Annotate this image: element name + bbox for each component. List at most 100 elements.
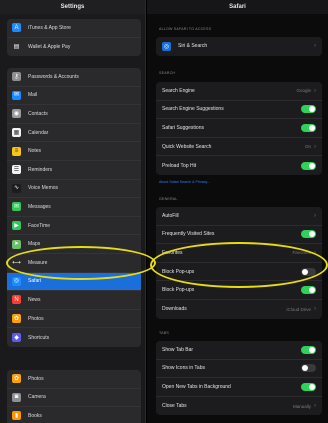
pane-title: Safari	[147, 0, 328, 14]
contacts-icon: ◉	[12, 109, 21, 119]
chevron-right-icon: ›	[314, 43, 316, 50]
chevron-right-icon: ›	[314, 212, 316, 219]
setting-row-downloads[interactable]: Downloads iCloud Drive ›	[156, 300, 322, 319]
sidebar-group-store: AiTunes & App Store ▤ Wallet & Apple Pay	[7, 19, 141, 57]
calendar-icon: ▦	[12, 128, 21, 138]
notes-icon: ≡	[12, 146, 21, 156]
search-header: SEARCH	[159, 71, 176, 75]
sidebar-item-label: Books	[28, 412, 42, 419]
sidebar-item-label: News	[28, 296, 41, 303]
sidebar-title: Settings	[0, 0, 145, 14]
setting-label: Block Pop-ups	[162, 268, 195, 275]
app-store-icon: A	[12, 23, 21, 33]
mail-icon: ✉	[12, 90, 21, 100]
siri-search-label: Siri & Search	[178, 43, 208, 50]
toggle-switch[interactable]	[301, 161, 316, 170]
sidebar-item-reminders[interactable]: ☰ Reminders	[7, 161, 141, 180]
setting-label: Downloads	[162, 306, 187, 313]
sidebar-item-contacts[interactable]: ◉ Contacts	[7, 105, 141, 124]
sidebar-item-mail[interactable]: ✉ Mail	[7, 87, 141, 106]
setting-row-autofill[interactable]: AutoFill ›	[156, 207, 322, 226]
sidebar-group-media: ✿Photos◙Camera▮Books◉Podcasts	[7, 370, 141, 423]
messages-icon: ✉	[12, 202, 21, 212]
setting-value: Favorites	[292, 250, 311, 256]
toggle-switch[interactable]	[301, 105, 316, 114]
camera-icon: ◙	[12, 392, 21, 402]
shortcuts-icon: ◆	[12, 333, 21, 343]
setting-row-preload-top-hit[interactable]: Preload Top Hit	[156, 156, 322, 175]
setting-row-close-tabs[interactable]: Close Tabs Manually ›	[156, 397, 322, 416]
key-icon: ⚷	[12, 72, 21, 82]
setting-row-show-icons-in-tabs[interactable]: Show Icons in Tabs	[156, 360, 322, 379]
setting-label: Search Engine Suggestions	[162, 106, 224, 113]
setting-row-safari-suggestions[interactable]: Safari Suggestions	[156, 119, 322, 138]
sidebar-item-label: iTunes & App Store	[28, 24, 71, 31]
toggle-switch[interactable]	[301, 230, 316, 239]
setting-value: Google	[296, 88, 311, 94]
photos-icon: ✿	[12, 314, 21, 324]
toggle-switch[interactable]	[301, 364, 316, 373]
setting-row-search-engine[interactable]: Search Engine Google ›	[156, 82, 322, 101]
search-privacy-link[interactable]: About Safari Search & Privacy...	[159, 180, 210, 184]
setting-label: Block Pop-ups	[162, 287, 195, 294]
siri-icon: ◎	[162, 41, 171, 51]
sidebar-item-maps[interactable]: ➤ Maps	[7, 235, 141, 254]
sidebar-item-facetime[interactable]: ▶ FaceTime	[7, 217, 141, 236]
setting-label: Search Engine	[162, 87, 195, 94]
sidebar-item-itunes-app-store[interactable]: AiTunes & App Store	[7, 19, 141, 38]
sidebar-item-label: Maps	[28, 241, 41, 248]
sidebar-item-label: FaceTime	[28, 222, 51, 229]
chevron-right-icon: ›	[314, 143, 316, 150]
sidebar-item-notes[interactable]: ≡ Notes	[7, 142, 141, 161]
news-icon: N	[12, 295, 21, 305]
photos-icon: ✿	[12, 374, 21, 384]
sidebar-item-label: Measure	[28, 259, 48, 266]
sidebar-item-label: Reminders	[28, 166, 53, 173]
setting-row-favorites[interactable]: Favorites Favorites ›	[156, 244, 322, 263]
sidebar-item-messages[interactable]: ✉ Messages	[7, 198, 141, 217]
books-icon: ▮	[12, 411, 21, 421]
toggle-switch[interactable]	[301, 286, 316, 295]
sidebar-item-label: Notes	[28, 148, 42, 155]
general-group: AutoFill › Frequently Visited Sites Favorit…	[156, 207, 322, 319]
sidebar-item-passwords-accounts[interactable]: ⚷ Passwords & Accounts	[7, 68, 141, 87]
sidebar-item-wallet-apple-pay[interactable]: ▤ Wallet & Apple Pay	[7, 38, 141, 57]
setting-label: Close Tabs	[162, 403, 187, 410]
sidebar-item-photos[interactable]: ✿ Photos	[7, 370, 141, 389]
tabs-group: Show Tab Bar Show Icons in Tabs Open New T…	[156, 341, 322, 416]
sidebar-group-apps: ⚷ Passwords & Accounts ✉ Mail ◉ Contacts ▦ Cale…	[7, 68, 141, 347]
voice-memos-icon: ∿	[12, 183, 21, 193]
sidebar-item-news[interactable]: N News	[7, 291, 141, 310]
toggle-switch[interactable]	[301, 345, 316, 354]
sidebar-item-label: Passwords & Accounts	[28, 73, 79, 80]
sidebar-item-shortcuts[interactable]: ◆ Shortcuts	[7, 328, 141, 347]
sidebar-item-calendar[interactable]: ▦ Calendar	[7, 124, 141, 143]
measure-icon: ⟷	[12, 258, 21, 268]
chevron-right-icon: ›	[314, 87, 316, 94]
toggle-switch[interactable]	[301, 123, 316, 132]
setting-value: On	[304, 144, 311, 150]
setting-row-search-engine-suggestions[interactable]: Search Engine Suggestions	[156, 101, 322, 120]
sidebar-item-camera[interactable]: ◙ Camera	[7, 389, 141, 408]
toggle-switch[interactable]	[301, 267, 316, 276]
sidebar-item-books[interactable]: ▮ Books	[7, 407, 141, 423]
setting-row-show-tab-bar[interactable]: Show Tab Bar	[156, 341, 322, 360]
sidebar-item-photos[interactable]: ✿ Photos	[7, 310, 141, 329]
setting-row-block-pop-ups[interactable]: Block Pop-ups	[156, 263, 322, 282]
sidebar-item-voice-memos[interactable]: ∿ Voice Memos	[7, 180, 141, 199]
sidebar-item-label: Shortcuts	[28, 334, 50, 341]
facetime-icon: ▶	[12, 221, 21, 231]
maps-icon: ➤	[12, 239, 21, 249]
sidebar-item-measure[interactable]: ⟷ Measure	[7, 254, 141, 273]
general-header: GENERAL	[159, 197, 178, 201]
setting-label: Preload Top Hit	[162, 162, 197, 169]
toggle-switch[interactable]	[301, 382, 316, 391]
setting-row-frequently-visited-sites[interactable]: Frequently Visited Sites	[156, 226, 322, 245]
setting-row-open-new-tabs-in-background[interactable]: Open New Tabs in Background	[156, 378, 322, 397]
siri-search-row[interactable]: ◎ Siri & Search ›	[156, 37, 322, 56]
setting-label: Favorites	[162, 249, 183, 256]
allow-access-group: ◎ Siri & Search ›	[156, 37, 322, 56]
sidebar-item-safari[interactable]: ◎ Safari	[7, 272, 141, 292]
setting-row-block-pop-ups[interactable]: Block Pop-ups	[156, 281, 322, 300]
setting-row-quick-website-search[interactable]: Quick Website Search On ›	[156, 138, 322, 157]
